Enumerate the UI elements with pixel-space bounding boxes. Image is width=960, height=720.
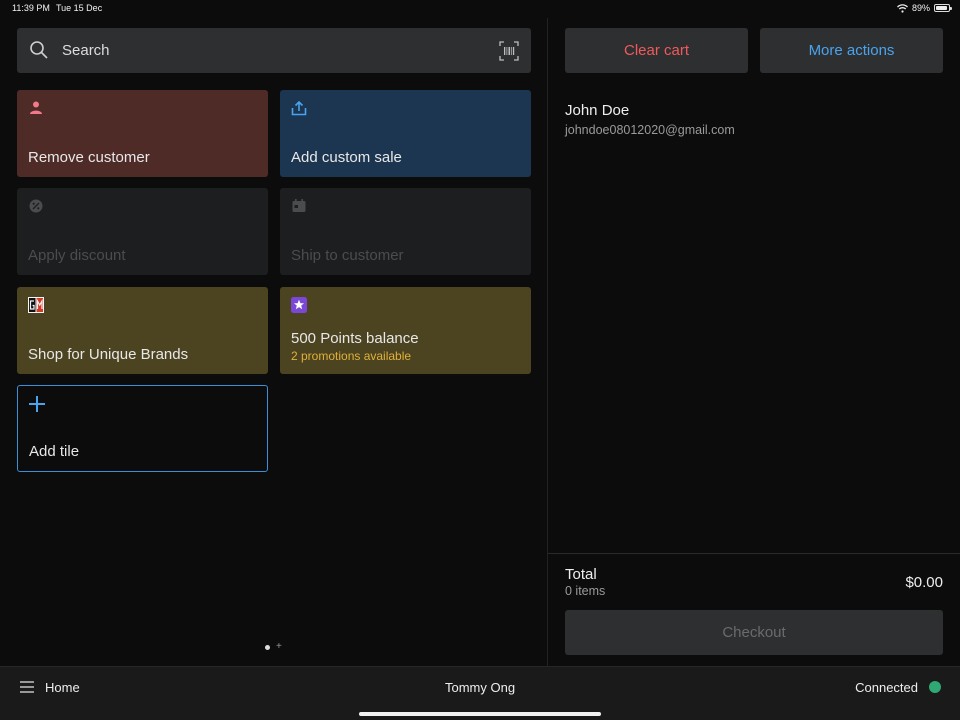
tile-label: Shop for Unique Brands bbox=[28, 346, 189, 363]
cart-pane: Clear cart More actions John Doe johndoe… bbox=[548, 18, 960, 666]
tile-label: Add custom sale bbox=[291, 149, 402, 166]
home-nav-label[interactable]: Home bbox=[45, 680, 80, 695]
connection-status-dot bbox=[929, 681, 941, 693]
page-dot-active[interactable] bbox=[265, 644, 270, 650]
battery-icon bbox=[934, 4, 952, 12]
search-icon bbox=[30, 41, 48, 59]
customer-name[interactable]: John Doe bbox=[565, 102, 629, 119]
promotions-count: 2 promotions available bbox=[291, 349, 412, 363]
tile-apply-discount[interactable]: Apply discount bbox=[17, 188, 268, 275]
hamburger-menu-icon[interactable] bbox=[19, 680, 35, 694]
tile-points-balance[interactable]: 500 Points balance 2 promotions availabl… bbox=[280, 287, 531, 374]
status-right: 89% bbox=[897, 3, 952, 13]
item-count: 0 items bbox=[565, 584, 606, 598]
add-page-icon[interactable]: + bbox=[276, 642, 282, 652]
home-indicator[interactable] bbox=[359, 712, 601, 716]
gm-logo-icon bbox=[28, 297, 44, 313]
plus-icon bbox=[29, 396, 45, 412]
total-label: Total bbox=[565, 566, 597, 583]
status-time: 11:39 PM bbox=[12, 3, 50, 13]
tile-label: Add tile bbox=[29, 443, 80, 460]
tile-label: Ship to customer bbox=[291, 247, 404, 264]
tile-shop-unique-brands[interactable]: Shop for Unique Brands bbox=[17, 287, 268, 374]
tray-upload-icon bbox=[291, 100, 307, 116]
tiles-pane: Search Remove customer Add custom sale A… bbox=[0, 18, 547, 666]
status-bar: 11:39 PM Tue 15 Dec 89% bbox=[0, 0, 960, 18]
barcode-scan-icon[interactable] bbox=[499, 41, 519, 61]
bottom-bar: Home Tommy Ong Connected bbox=[0, 666, 960, 720]
customer-email: johndoe08012020@gmail.com bbox=[565, 123, 735, 137]
more-actions-button[interactable]: More actions bbox=[760, 28, 943, 73]
wifi-icon bbox=[897, 3, 908, 13]
tile-label: 500 Points balance bbox=[291, 330, 419, 347]
total-amount: $0.00 bbox=[905, 574, 943, 591]
tile-ship-to-customer[interactable]: Ship to customer bbox=[280, 188, 531, 275]
clear-cart-button[interactable]: Clear cart bbox=[565, 28, 748, 73]
discount-badge-icon bbox=[29, 199, 43, 213]
page-indicator[interactable]: + bbox=[265, 642, 282, 652]
battery-percent: 89% bbox=[911, 3, 930, 13]
tile-label: Apply discount bbox=[28, 247, 126, 264]
person-icon bbox=[30, 101, 42, 114]
cart-divider bbox=[548, 553, 960, 554]
star-badge-icon bbox=[291, 297, 307, 313]
search-bar[interactable]: Search bbox=[17, 28, 531, 73]
search-placeholder: Search bbox=[62, 42, 110, 59]
tile-remove-customer[interactable]: Remove customer bbox=[17, 90, 268, 177]
tile-add-tile[interactable]: Add tile bbox=[17, 385, 268, 472]
checkout-button[interactable]: Checkout bbox=[565, 610, 943, 655]
tile-label: Remove customer bbox=[28, 149, 150, 166]
tile-add-custom-sale[interactable]: Add custom sale bbox=[280, 90, 531, 177]
status-date: Tue 15 Dec bbox=[56, 3, 103, 13]
staff-name[interactable]: Tommy Ong bbox=[445, 680, 515, 695]
calendar-icon bbox=[292, 199, 306, 212]
connection-status: Connected bbox=[855, 680, 918, 695]
